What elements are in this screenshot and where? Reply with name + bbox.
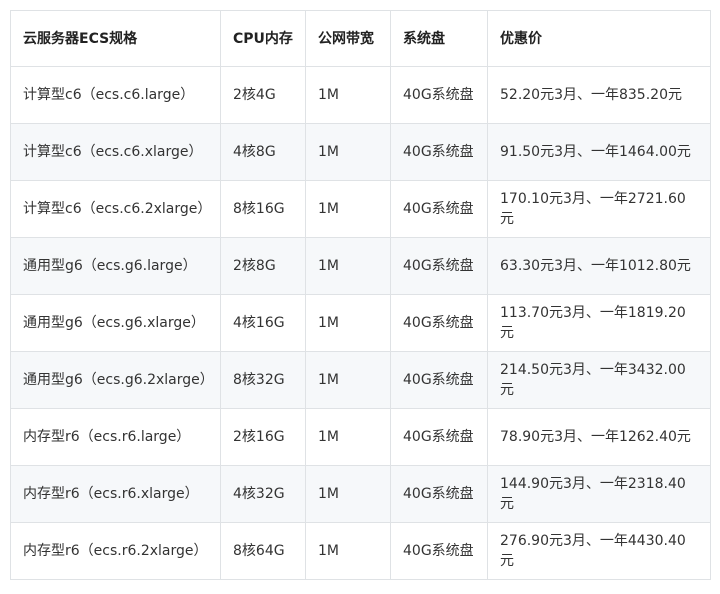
cell-system-disk: 40G系统盘: [390, 294, 488, 352]
header-system-disk: 系统盘: [390, 10, 488, 67]
table-body: 计算型c6（ecs.c6.large） 2核4G 1M 40G系统盘 52.20…: [10, 66, 711, 580]
cell-bandwidth: 1M: [305, 237, 391, 295]
cell-bandwidth: 1M: [305, 408, 391, 466]
cell-price: 63.30元3月、一年1012.80元: [487, 237, 711, 295]
cell-bandwidth: 1M: [305, 465, 391, 523]
table-row: 通用型g6（ecs.g6.large） 2核8G 1M 40G系统盘 63.30…: [10, 237, 711, 295]
cell-cpu-memory: 8核32G: [220, 351, 306, 409]
cell-cpu-memory: 4核32G: [220, 465, 306, 523]
header-bandwidth: 公网带宽: [305, 10, 391, 67]
table-row: 内存型r6（ecs.r6.2xlarge） 8核64G 1M 40G系统盘 27…: [10, 522, 711, 580]
cell-system-disk: 40G系统盘: [390, 237, 488, 295]
cell-system-disk: 40G系统盘: [390, 522, 488, 580]
table-row: 计算型c6（ecs.c6.2xlarge） 8核16G 1M 40G系统盘 17…: [10, 180, 711, 238]
cell-bandwidth: 1M: [305, 180, 391, 238]
table-row: 通用型g6（ecs.g6.2xlarge） 8核32G 1M 40G系统盘 21…: [10, 351, 711, 409]
cell-bandwidth: 1M: [305, 522, 391, 580]
cell-spec: 通用型g6（ecs.g6.large）: [10, 237, 221, 295]
cell-system-disk: 40G系统盘: [390, 123, 488, 181]
cell-spec: 计算型c6（ecs.c6.xlarge）: [10, 123, 221, 181]
cell-bandwidth: 1M: [305, 294, 391, 352]
header-spec: 云服务器ECS规格: [10, 10, 221, 67]
cell-spec: 内存型r6（ecs.r6.2xlarge）: [10, 522, 221, 580]
cell-cpu-memory: 4核16G: [220, 294, 306, 352]
cell-price: 144.90元3月、一年2318.40元: [487, 465, 711, 523]
cell-spec: 通用型g6（ecs.g6.xlarge）: [10, 294, 221, 352]
cell-cpu-memory: 2核16G: [220, 408, 306, 466]
cell-bandwidth: 1M: [305, 66, 391, 124]
table-row: 计算型c6（ecs.c6.xlarge） 4核8G 1M 40G系统盘 91.5…: [10, 123, 711, 181]
cell-system-disk: 40G系统盘: [390, 66, 488, 124]
cell-price: 170.10元3月、一年2721.60元: [487, 180, 711, 238]
cell-bandwidth: 1M: [305, 123, 391, 181]
cell-cpu-memory: 8核16G: [220, 180, 306, 238]
table-row: 计算型c6（ecs.c6.large） 2核4G 1M 40G系统盘 52.20…: [10, 66, 711, 124]
cell-spec: 内存型r6（ecs.r6.xlarge）: [10, 465, 221, 523]
table-header: 云服务器ECS规格 CPU内存 公网带宽 系统盘 优惠价: [10, 10, 711, 67]
cell-cpu-memory: 2核8G: [220, 237, 306, 295]
pricing-table-container: 云服务器ECS规格 CPU内存 公网带宽 系统盘 优惠价 计算型c6（ecs.c…: [10, 10, 711, 580]
cell-spec: 计算型c6（ecs.c6.large）: [10, 66, 221, 124]
cell-spec: 内存型r6（ecs.r6.large）: [10, 408, 221, 466]
table-row: 通用型g6（ecs.g6.xlarge） 4核16G 1M 40G系统盘 113…: [10, 294, 711, 352]
cell-bandwidth: 1M: [305, 351, 391, 409]
header-cpu-memory: CPU内存: [220, 10, 306, 67]
cell-price: 214.50元3月、一年3432.00元: [487, 351, 711, 409]
cell-cpu-memory: 2核4G: [220, 66, 306, 124]
cell-price: 91.50元3月、一年1464.00元: [487, 123, 711, 181]
cell-price: 276.90元3月、一年4430.40元: [487, 522, 711, 580]
table-row: 内存型r6（ecs.r6.xlarge） 4核32G 1M 40G系统盘 144…: [10, 465, 711, 523]
cell-system-disk: 40G系统盘: [390, 351, 488, 409]
cell-cpu-memory: 8核64G: [220, 522, 306, 580]
cell-spec: 通用型g6（ecs.g6.2xlarge）: [10, 351, 221, 409]
header-row: 云服务器ECS规格 CPU内存 公网带宽 系统盘 优惠价: [10, 10, 711, 67]
cell-spec: 计算型c6（ecs.c6.2xlarge）: [10, 180, 221, 238]
cell-cpu-memory: 4核8G: [220, 123, 306, 181]
cell-system-disk: 40G系统盘: [390, 180, 488, 238]
cell-price: 78.90元3月、一年1262.40元: [487, 408, 711, 466]
cell-system-disk: 40G系统盘: [390, 408, 488, 466]
header-price: 优惠价: [487, 10, 711, 67]
cell-price: 113.70元3月、一年1819.20元: [487, 294, 711, 352]
table-row: 内存型r6（ecs.r6.large） 2核16G 1M 40G系统盘 78.9…: [10, 408, 711, 466]
cell-price: 52.20元3月、一年835.20元: [487, 66, 711, 124]
cell-system-disk: 40G系统盘: [390, 465, 488, 523]
ecs-pricing-table: 云服务器ECS规格 CPU内存 公网带宽 系统盘 优惠价 计算型c6（ecs.c…: [10, 10, 711, 580]
